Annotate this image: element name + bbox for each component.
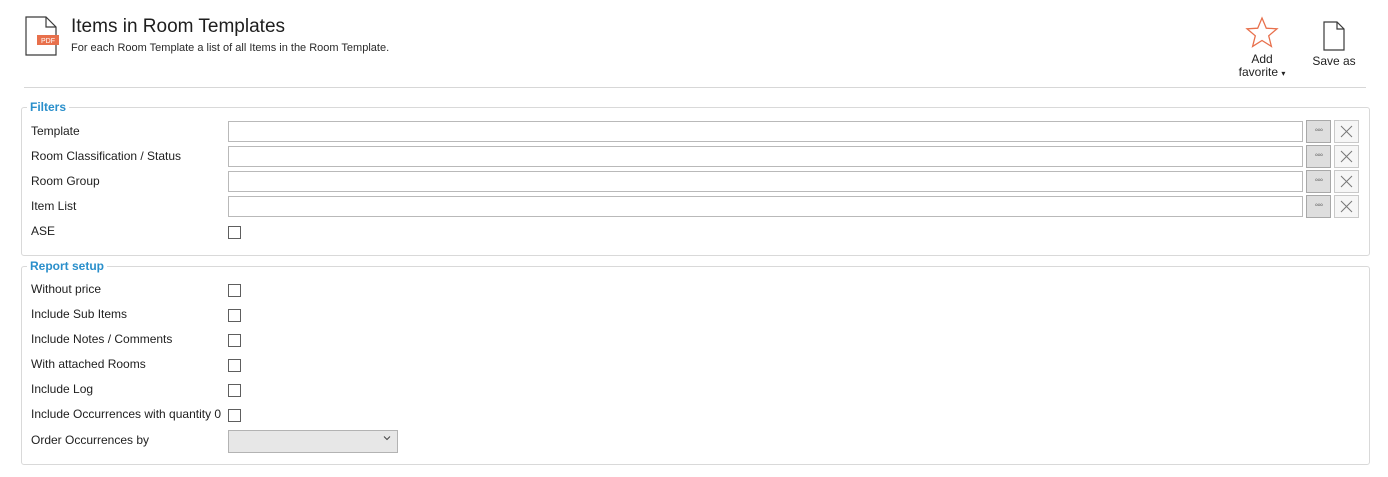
- item-list-label: Item List: [31, 199, 77, 213]
- room-classification-label: Room Classification / Status: [31, 149, 182, 163]
- room-classification-browse-button[interactable]: ◦◦◦: [1306, 145, 1331, 168]
- include-notes-checkbox[interactable]: [228, 334, 241, 347]
- document-icon: [1323, 21, 1345, 51]
- add-favorite-label-2: favorite ▾: [1238, 65, 1286, 79]
- report-setup-group: Report setup Without price Include Sub I…: [21, 259, 1370, 465]
- order-occurrences-label: Order Occurrences by: [31, 433, 150, 447]
- report-setup-title: Report setup: [27, 259, 108, 273]
- room-group-browse-button[interactable]: ◦◦◦: [1306, 170, 1331, 193]
- room-classification-clear-button[interactable]: [1334, 145, 1359, 168]
- ellipsis-icon: ◦◦◦: [1314, 200, 1324, 211]
- pdf-file-icon: PDF: [24, 16, 62, 56]
- ase-label: ASE: [31, 224, 56, 238]
- room-group-clear-button[interactable]: [1334, 170, 1359, 193]
- include-sub-items-label: Include Sub Items: [31, 307, 128, 321]
- close-icon: [1340, 150, 1353, 163]
- caret-down-icon: ▾: [1281, 69, 1286, 78]
- page-title: Items in Room Templates: [71, 16, 286, 37]
- without-price-checkbox[interactable]: [228, 284, 241, 297]
- save-as-label: Save as: [1312, 54, 1356, 68]
- item-list-browse-button[interactable]: ◦◦◦: [1306, 195, 1331, 218]
- order-occurrences-select[interactable]: [228, 430, 398, 453]
- close-icon: [1340, 125, 1353, 138]
- template-browse-button[interactable]: ◦◦◦: [1306, 120, 1331, 143]
- item-list-clear-button[interactable]: [1334, 195, 1359, 218]
- template-clear-button[interactable]: [1334, 120, 1359, 143]
- without-price-label: Without price: [31, 282, 102, 296]
- add-favorite-button[interactable]: Add favorite ▾: [1230, 16, 1294, 80]
- filters-group: Filters Template ◦◦◦ Room Classification…: [21, 100, 1370, 256]
- include-log-label: Include Log: [31, 382, 94, 396]
- include-occurrences-zero-label: Include Occurrences with quantity 0: [31, 407, 222, 421]
- room-group-label: Room Group: [31, 174, 100, 188]
- filters-title: Filters: [27, 100, 70, 114]
- include-sub-items-checkbox[interactable]: [228, 309, 241, 322]
- include-notes-label: Include Notes / Comments: [31, 332, 173, 346]
- chevron-down-icon: [383, 434, 391, 445]
- template-field[interactable]: [228, 121, 1303, 142]
- save-as-button[interactable]: Save as: [1306, 20, 1362, 68]
- include-occurrences-zero-checkbox[interactable]: [228, 409, 241, 422]
- report-header: PDF Items in Room Templates For each Roo…: [0, 0, 1388, 88]
- header-divider: [24, 87, 1366, 88]
- with-attached-rooms-label: With attached Rooms: [31, 357, 146, 371]
- room-classification-field[interactable]: [228, 146, 1303, 167]
- room-group-field[interactable]: [228, 171, 1303, 192]
- ase-checkbox[interactable]: [228, 226, 241, 239]
- ellipsis-icon: ◦◦◦: [1314, 150, 1324, 161]
- ellipsis-icon: ◦◦◦: [1314, 125, 1324, 136]
- template-label: Template: [31, 124, 80, 138]
- close-icon: [1340, 175, 1353, 188]
- star-outline-icon: [1245, 16, 1279, 48]
- page-subtitle: For each Room Template a list of all Ite…: [71, 42, 390, 54]
- with-attached-rooms-checkbox[interactable]: [228, 359, 241, 372]
- close-icon: [1340, 200, 1353, 213]
- include-log-checkbox[interactable]: [228, 384, 241, 397]
- svg-text:PDF: PDF: [41, 38, 55, 45]
- item-list-field[interactable]: [228, 196, 1303, 217]
- ellipsis-icon: ◦◦◦: [1314, 175, 1324, 186]
